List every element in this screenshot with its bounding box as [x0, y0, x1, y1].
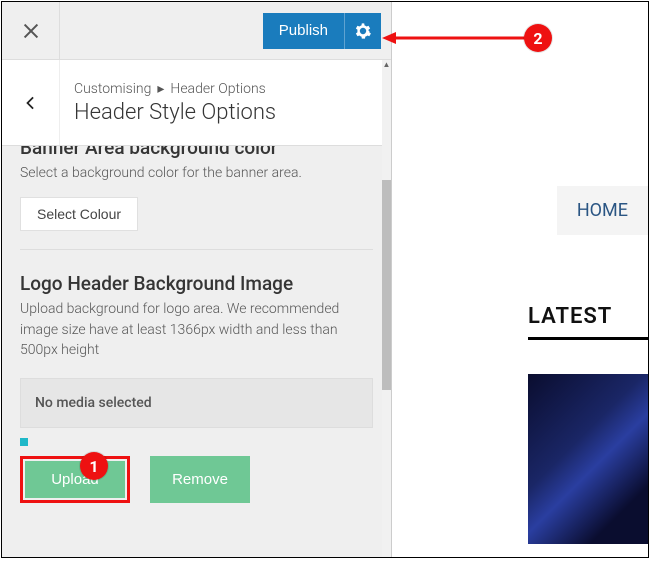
breadcrumb-section: Header Options: [170, 81, 265, 97]
publish-group: Publish: [253, 2, 391, 59]
logo-block-title: Logo Header Background Image: [20, 272, 373, 295]
chevron-right-icon: ▸: [157, 81, 164, 97]
gear-icon: [355, 23, 371, 39]
banner-color-block: Banner Area background color Select a ba…: [20, 146, 373, 250]
remove-button[interactable]: Remove: [150, 456, 250, 503]
upload-button[interactable]: Upload: [25, 461, 125, 498]
select-colour-button[interactable]: Select Colour: [20, 197, 138, 231]
banner-block-title: Banner Area background color: [20, 146, 373, 159]
breadcrumb-root: Customising: [74, 81, 151, 97]
customizer-panel: Publish Customising ▸ Header Options Hea…: [2, 2, 392, 557]
publish-settings-button[interactable]: [345, 13, 381, 49]
back-button[interactable]: [2, 60, 60, 145]
logo-block-description: Upload background for logo area. We reco…: [20, 299, 373, 360]
close-button[interactable]: [2, 2, 60, 59]
annotation-badge-1: 1: [80, 452, 108, 480]
no-media-placeholder: No media selected: [20, 378, 373, 428]
latest-underline: [528, 337, 648, 340]
breadcrumb: Customising ▸ Header Options: [74, 81, 276, 97]
banner-block-description: Select a background color for the banner…: [20, 163, 373, 183]
chevron-left-icon: [24, 96, 38, 110]
nav-home[interactable]: HOME: [557, 186, 648, 235]
section-header: Customising ▸ Header Options Header Styl…: [2, 60, 391, 146]
latest-heading: LATEST: [528, 304, 648, 329]
publish-button[interactable]: Publish: [263, 13, 345, 49]
close-icon: [23, 23, 39, 39]
logo-bg-block: Logo Header Background Image Upload back…: [20, 272, 373, 503]
scroll-up-icon[interactable]: ▲: [382, 60, 391, 70]
scrollbar-thumb[interactable]: [382, 180, 391, 390]
topbar: Publish: [2, 2, 391, 60]
upload-highlight-box: Upload: [20, 456, 130, 503]
panel-body: Banner Area background color Select a ba…: [2, 146, 391, 557]
annotation-arrow: [382, 30, 532, 46]
teal-marker: [20, 438, 28, 446]
annotation-badge-2: 2: [524, 24, 552, 52]
site-preview: HOME LATEST: [392, 2, 648, 557]
latest-heading-block: LATEST: [528, 304, 648, 340]
preview-image: [528, 374, 648, 544]
section-title: Header Style Options: [74, 100, 276, 125]
scrollbar[interactable]: ▲: [382, 60, 391, 557]
